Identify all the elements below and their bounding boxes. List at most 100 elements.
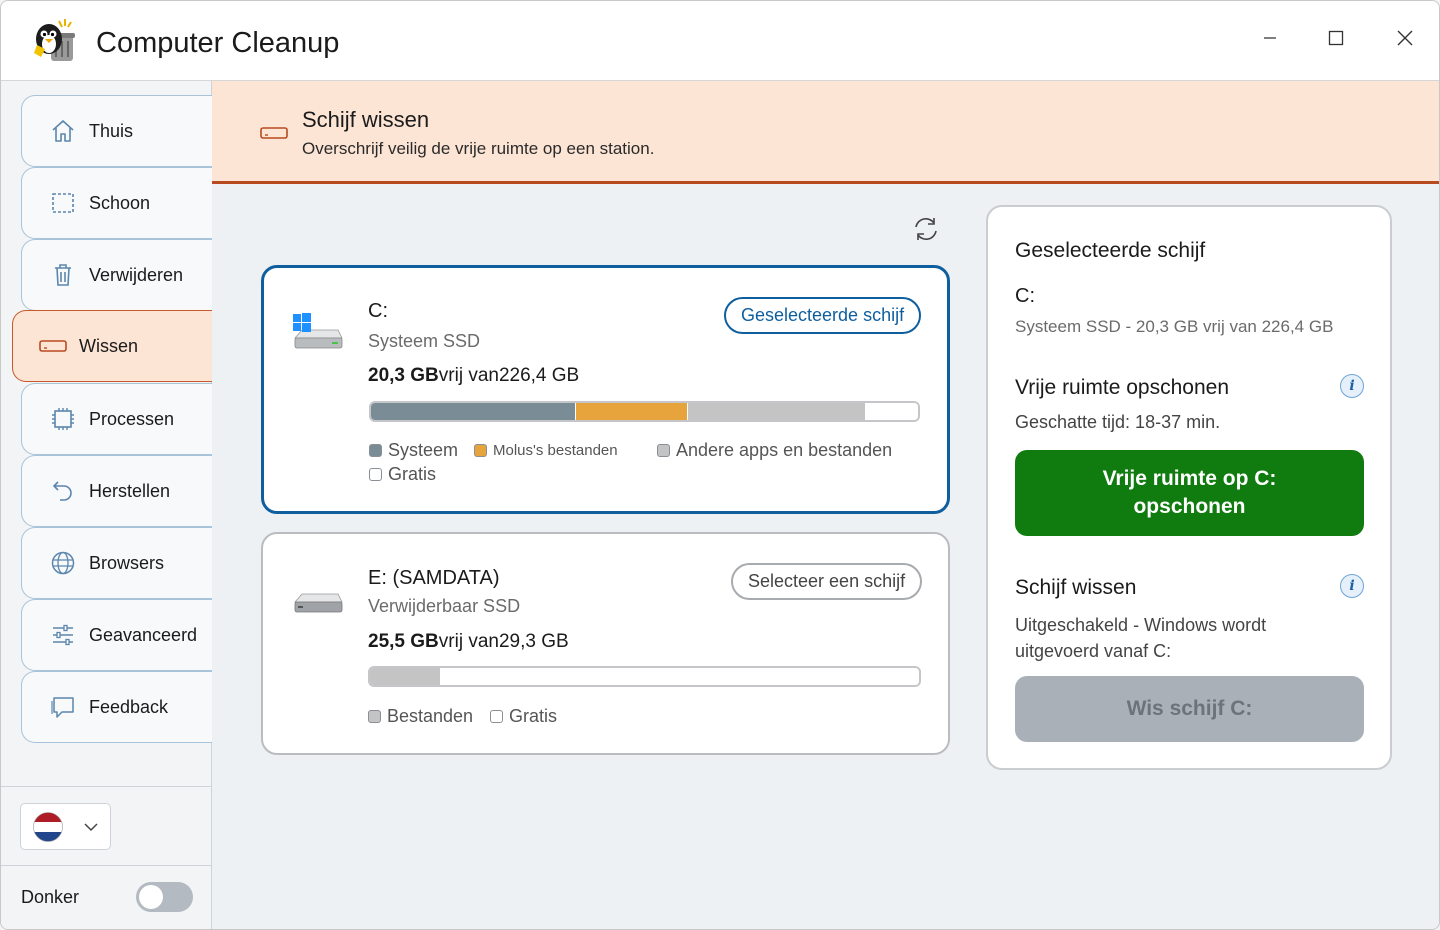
clean-icon (49, 189, 77, 217)
legend-user-files: Molus's bestanden (474, 442, 618, 459)
panel-title: Geselecteerde schijf (1015, 239, 1206, 262)
drive-space: 20,3 GBvrij van226,4 GB (368, 365, 579, 387)
cleanup-estimate: Geschatte tijd: 18-37 min. (1015, 412, 1221, 432)
drive-name: E: (SAMDATA) (368, 567, 500, 589)
legend-free: Gratis (369, 464, 436, 485)
page-header: Schijf wissen Overschrijf veilig de vrij… (212, 81, 1439, 184)
legend-label: Gratis (509, 706, 558, 726)
sidebar-item-label: Feedback (89, 696, 169, 717)
trash-icon (49, 261, 77, 289)
feedback-icon (49, 693, 77, 721)
sidebar-item-herstellen[interactable]: Herstellen (21, 455, 212, 527)
cleanup-info-icon[interactable]: i (1340, 374, 1364, 398)
drive-icon (260, 126, 288, 145)
app-title: Computer Cleanup (96, 27, 340, 59)
minimize-icon (1264, 37, 1276, 39)
legend-label: Gratis (388, 464, 437, 484)
title-bar: Computer Cleanup (1, 1, 1439, 81)
dark-mode-label: Donker (21, 887, 80, 907)
maximize-button[interactable] (1321, 23, 1351, 53)
sidebar-item-label: Thuis (89, 120, 134, 141)
sidebar-item-feedback[interactable]: Feedback (21, 671, 212, 743)
wipe-drive-button[interactable]: Wis schijf C: (1015, 676, 1364, 742)
usage-segment (371, 403, 577, 420)
legend-other-apps: Andere apps en bestanden (657, 440, 892, 461)
minimize-button[interactable] (1255, 23, 1285, 53)
page-subtitle: Overschrijf veilig de vrije ruimte op ee… (302, 139, 655, 158)
removable-drive-icon (292, 588, 344, 625)
legend-swatch (369, 444, 382, 457)
sidebar: Thuis Schoon Verwijderen Wissen Processe… (1, 81, 212, 929)
drive-name: C: (368, 300, 388, 322)
wipe-info-icon[interactable]: i (1340, 574, 1364, 598)
sidebar-item-browsers[interactable]: Browsers (21, 527, 212, 599)
drive-type: Verwijderbaar SSD (368, 596, 521, 616)
sidebar-item-label: Herstellen (89, 480, 171, 501)
usage-segment (576, 403, 689, 420)
sidebar-item-label: Schoon (89, 192, 151, 213)
legend-label: Systeem (388, 440, 459, 460)
page-title: Schijf wissen (302, 107, 430, 132)
drive-space: 25,5 GBvrij van29,3 GB (368, 631, 569, 653)
drive-card-c[interactable]: C: Systeem SSD 20,3 GBvrij van226,4 GB G… (261, 265, 950, 514)
legend-label: Bestanden (387, 706, 474, 726)
dark-mode-toggle[interactable] (136, 882, 193, 912)
selected-drive-panel: Geselecteerde schijf C: Systeem SSD - 20… (986, 205, 1392, 770)
legend-swatch (474, 444, 487, 457)
legend-swatch (369, 468, 382, 481)
free-space: 20,3 GB (368, 365, 439, 386)
sidebar-item-label: Browsers (89, 552, 165, 573)
refresh-icon (915, 218, 937, 240)
toggle-knob (139, 885, 163, 909)
drive-icon (39, 332, 67, 360)
total-space: 29,3 GB (498, 631, 569, 652)
app-logo-icon (31, 17, 81, 65)
globe-icon (49, 549, 77, 577)
sidebar-item-label: Wissen (79, 335, 139, 356)
free-of-label: vrij van (438, 365, 499, 386)
app-window: Computer Cleanup Thuis Schoon Verwijdere… (0, 0, 1440, 930)
total-space: 226,4 GB (498, 365, 580, 386)
sidebar-item-geavanceerd[interactable]: Geavanceerd (21, 599, 212, 671)
usage-segment (441, 668, 919, 685)
sidebar-divider (1, 786, 212, 787)
panel-drive-name: C: (1015, 285, 1035, 307)
wipe-status: Uitgeschakeld - Windows wordt uitgevoerd… (1015, 615, 1267, 661)
legend-swatch (657, 444, 670, 457)
system-drive-icon (292, 312, 344, 359)
refresh-button[interactable] (911, 214, 941, 244)
cleanup-title: Vrije ruimte opschonen (1015, 376, 1229, 399)
drive-card-e[interactable]: E: (SAMDATA) Verwijderbaar SSD 25,5 GBvr… (261, 532, 950, 755)
wipe-title: Schijf wissen (1015, 576, 1137, 599)
select-drive-button[interactable]: Selecteer een schijf (731, 563, 923, 600)
language-select[interactable] (20, 803, 111, 850)
sidebar-item-label: Processen (89, 408, 175, 429)
sidebar-divider (1, 865, 212, 866)
sidebar-item-label: Verwijderen (89, 264, 184, 285)
panel-drive-detail: Systeem SSD - 20,3 GB vrij van 226,4 GB (1015, 317, 1334, 336)
usage-segment (688, 403, 867, 420)
sidebar-item-processen[interactable]: Processen (21, 383, 212, 455)
selected-drive-button[interactable]: Geselecteerde schijf (724, 297, 922, 334)
usage-segment (866, 403, 918, 420)
usage-segment (370, 668, 442, 685)
legend-label: Molus's bestanden (493, 442, 618, 459)
chevron-down-icon (84, 823, 98, 832)
sidebar-item-schoon[interactable]: Schoon (21, 167, 212, 239)
drive-type: Systeem SSD (368, 331, 481, 351)
home-icon (49, 117, 77, 145)
sidebar-item-verwijderen[interactable]: Verwijderen (21, 239, 212, 311)
close-button[interactable] (1390, 23, 1420, 53)
cleanup-free-space-button[interactable]: Vrije ruimte op C: opschonen (1015, 450, 1364, 536)
usage-bar (369, 401, 920, 422)
free-of-label: vrij van (438, 631, 499, 652)
sidebar-item-thuis[interactable]: Thuis (21, 95, 212, 167)
sidebar-item-label: Geavanceerd (89, 624, 198, 645)
legend-system: Systeem (369, 440, 458, 461)
legend-files: Bestanden (368, 706, 473, 727)
sliders-icon (49, 621, 77, 649)
netherlands-flag-icon (33, 812, 63, 842)
maximize-icon (1328, 30, 1344, 46)
usage-bar (368, 666, 921, 687)
sidebar-item-wissen[interactable]: Wissen (12, 310, 212, 382)
